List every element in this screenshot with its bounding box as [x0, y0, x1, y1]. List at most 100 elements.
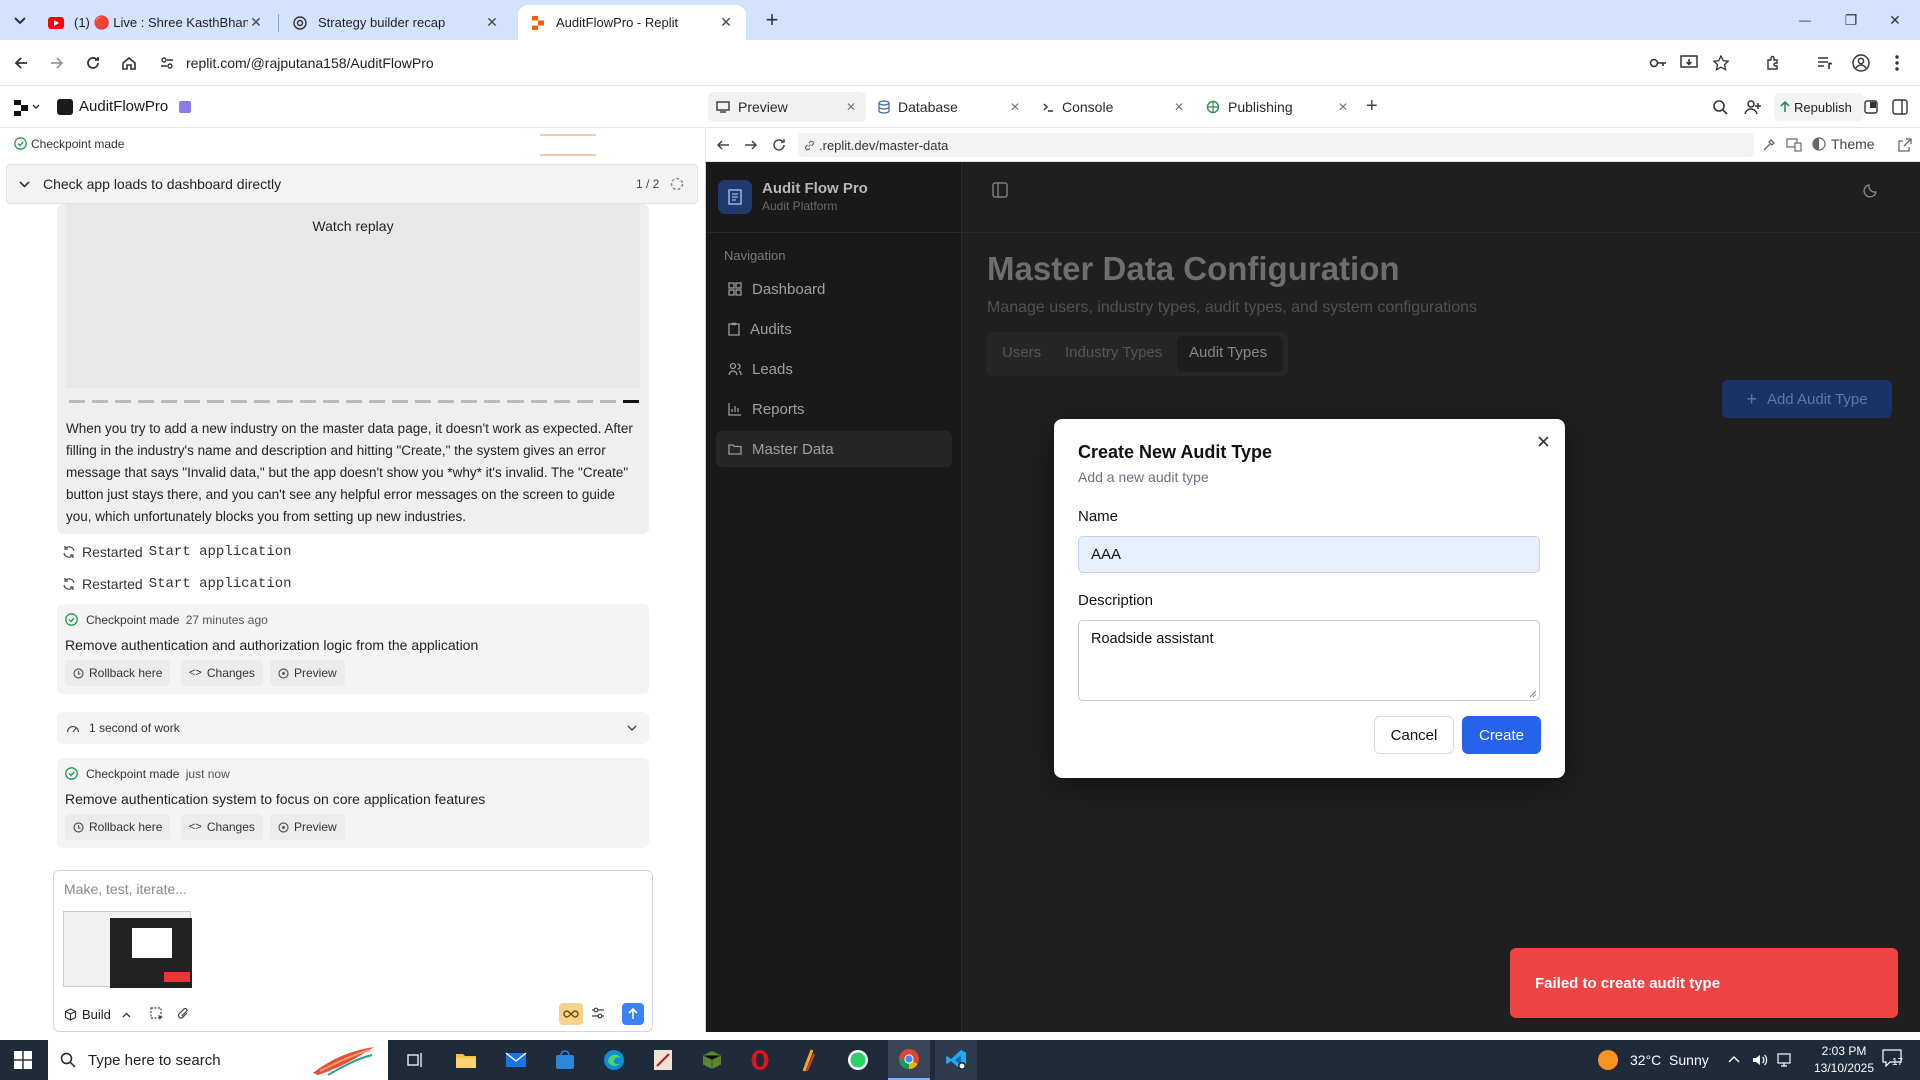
close-icon[interactable]: ✕ [1174, 100, 1184, 114]
pencil-app-icon[interactable] [793, 1045, 823, 1075]
select-element-icon[interactable] [150, 1007, 164, 1021]
install-app-icon[interactable] [1676, 50, 1702, 76]
attach-icon[interactable] [176, 1007, 190, 1021]
task-header[interactable]: Check app loads to dashboard directly 1 … [6, 164, 698, 204]
browser-tab-replit[interactable]: AuditFlowPro - Replit ✕ [518, 5, 746, 40]
site-info-icon[interactable] [160, 56, 174, 70]
device-icon[interactable] [1786, 138, 1802, 152]
watch-replay-label[interactable]: Watch replay [66, 218, 640, 234]
vscode-taskbar-button[interactable] [935, 1040, 977, 1080]
chevron-up-icon[interactable] [1728, 1055, 1740, 1063]
reload-icon[interactable] [772, 138, 786, 152]
work-summary[interactable]: 1 second of work [57, 712, 649, 744]
replit-menu-chevron-icon[interactable] [32, 104, 40, 110]
restore-button[interactable]: ❐ [1836, 8, 1866, 32]
edge-icon[interactable] [599, 1045, 629, 1075]
new-tab-button[interactable]: + [758, 6, 786, 34]
clock-date[interactable]: 13/10/2025 [1808, 1061, 1880, 1075]
preview-button[interactable]: Preview [270, 660, 345, 686]
tab-close-icon[interactable]: ✕ [484, 14, 500, 31]
close-icon[interactable] [1538, 436, 1549, 447]
devtools-icon[interactable] [1762, 138, 1776, 152]
task-view-icon[interactable] [401, 1045, 431, 1075]
open-external-icon[interactable] [1898, 138, 1912, 152]
replay-video[interactable]: Watch replay [66, 204, 640, 388]
minimize-button[interactable]: — [1790, 8, 1820, 32]
back-icon[interactable] [8, 50, 34, 76]
add-tab-icon[interactable]: + [1366, 95, 1378, 118]
changes-button[interactable]: <> Changes [181, 660, 263, 686]
description-textarea[interactable]: Roadside assistant [1078, 620, 1540, 701]
sidebar-toggle-icon[interactable] [992, 182, 1008, 198]
add-audit-type-button[interactable]: + Add Audit Type [1722, 380, 1892, 418]
republish-button[interactable]: Republish [1774, 93, 1864, 121]
store-icon[interactable] [550, 1045, 580, 1075]
taskbar-search-box[interactable]: Type here to search [48, 1040, 388, 1080]
tab-console[interactable]: Console ✕ [1034, 92, 1194, 122]
sidebar-item-audits[interactable]: Audits [716, 311, 952, 347]
chat-input[interactable]: Make, test, iterate... [64, 881, 187, 897]
network-icon[interactable] [1776, 1052, 1792, 1068]
extensions-icon[interactable] [1760, 50, 1786, 76]
media-controls-icon[interactable] [1812, 50, 1838, 76]
rollback-button[interactable]: Rollback here [65, 660, 171, 686]
password-key-icon[interactable] [1645, 50, 1671, 76]
attached-screenshot-thumbnail[interactable] [63, 911, 192, 988]
file-explorer-icon[interactable] [451, 1045, 481, 1075]
tab-publishing[interactable]: Publishing ✕ [1198, 92, 1358, 122]
browser-tab-youtube[interactable]: (1) 🔴 Live : Shree KasthBhanja ✕ [36, 5, 276, 40]
tab-database[interactable]: Database ✕ [870, 92, 1030, 122]
sidebar-item-master-data[interactable]: Master Data [716, 431, 952, 467]
whatsapp-icon[interactable] [843, 1045, 873, 1075]
tab-search-chevron-icon[interactable] [8, 10, 32, 32]
weather-text[interactable]: 32°C Sunny [1630, 1052, 1709, 1068]
preview-url-field[interactable]: .replit.dev/master-data [798, 133, 1754, 157]
profile-icon[interactable] [1848, 50, 1874, 76]
mail-icon[interactable] [501, 1045, 531, 1075]
reload-icon[interactable] [80, 50, 106, 76]
back-icon[interactable] [716, 138, 730, 152]
search-icon[interactable] [1712, 99, 1728, 115]
windows-start-icon[interactable] [8, 1045, 38, 1075]
name-input[interactable]: AAA [1078, 536, 1540, 573]
close-icon[interactable]: ✕ [846, 100, 856, 114]
minecraft-icon[interactable] [697, 1045, 727, 1075]
sidebar-item-leads[interactable]: Leads [716, 351, 952, 387]
cancel-button[interactable]: Cancel [1374, 716, 1454, 754]
chrome-taskbar-button[interactable] [888, 1040, 930, 1080]
bookmark-star-icon[interactable] [1708, 50, 1734, 76]
send-button[interactable] [622, 1003, 644, 1025]
invite-user-icon[interactable] [1744, 99, 1762, 115]
close-icon[interactable]: ✕ [1338, 100, 1348, 114]
tab-preview[interactable]: Preview ✕ [708, 92, 866, 122]
calculator-app-icon[interactable] [648, 1045, 678, 1075]
create-button[interactable]: Create [1462, 716, 1541, 754]
changes-button[interactable]: <> Changes [181, 814, 263, 840]
forward-icon[interactable] [744, 138, 758, 152]
resize-handle-icon[interactable] [1529, 690, 1537, 698]
dark-mode-icon[interactable] [1863, 182, 1879, 198]
theme-toggle[interactable]: Theme [1812, 136, 1875, 152]
preview-button[interactable]: Preview [270, 814, 345, 840]
layout-toggle-icon[interactable] [1892, 99, 1908, 115]
opera-icon[interactable] [745, 1045, 775, 1075]
clock-time[interactable]: 2:03 PM [1808, 1044, 1880, 1058]
infinity-mode-icon[interactable] [559, 1003, 583, 1025]
close-window-button[interactable]: ✕ [1880, 8, 1910, 32]
replit-logo-icon[interactable] [14, 100, 28, 116]
volume-icon[interactable] [1752, 1052, 1768, 1068]
popout-icon[interactable] [1864, 100, 1878, 114]
tab-close-icon[interactable]: ✕ [718, 14, 734, 31]
forward-icon[interactable] [44, 50, 70, 76]
tab-users[interactable]: Users [1002, 344, 1041, 361]
sidebar-item-dashboard[interactable]: Dashboard [716, 271, 952, 307]
tab-industry-types[interactable]: Industry Types [1065, 344, 1162, 361]
tab-close-icon[interactable]: ✕ [248, 14, 264, 31]
notification-center-icon[interactable]: 17 [1882, 1049, 1904, 1071]
project-name[interactable]: AuditFlowPro [79, 98, 168, 115]
browser-tab-strategy[interactable]: Strategy builder recap ✕ [280, 5, 512, 40]
home-icon[interactable] [116, 50, 142, 76]
address-bar[interactable]: replit.com/@rajputana158/AuditFlowPro [160, 45, 1760, 81]
sidebar-item-reports[interactable]: Reports [716, 391, 952, 427]
rollback-button[interactable]: Rollback here [65, 814, 171, 840]
